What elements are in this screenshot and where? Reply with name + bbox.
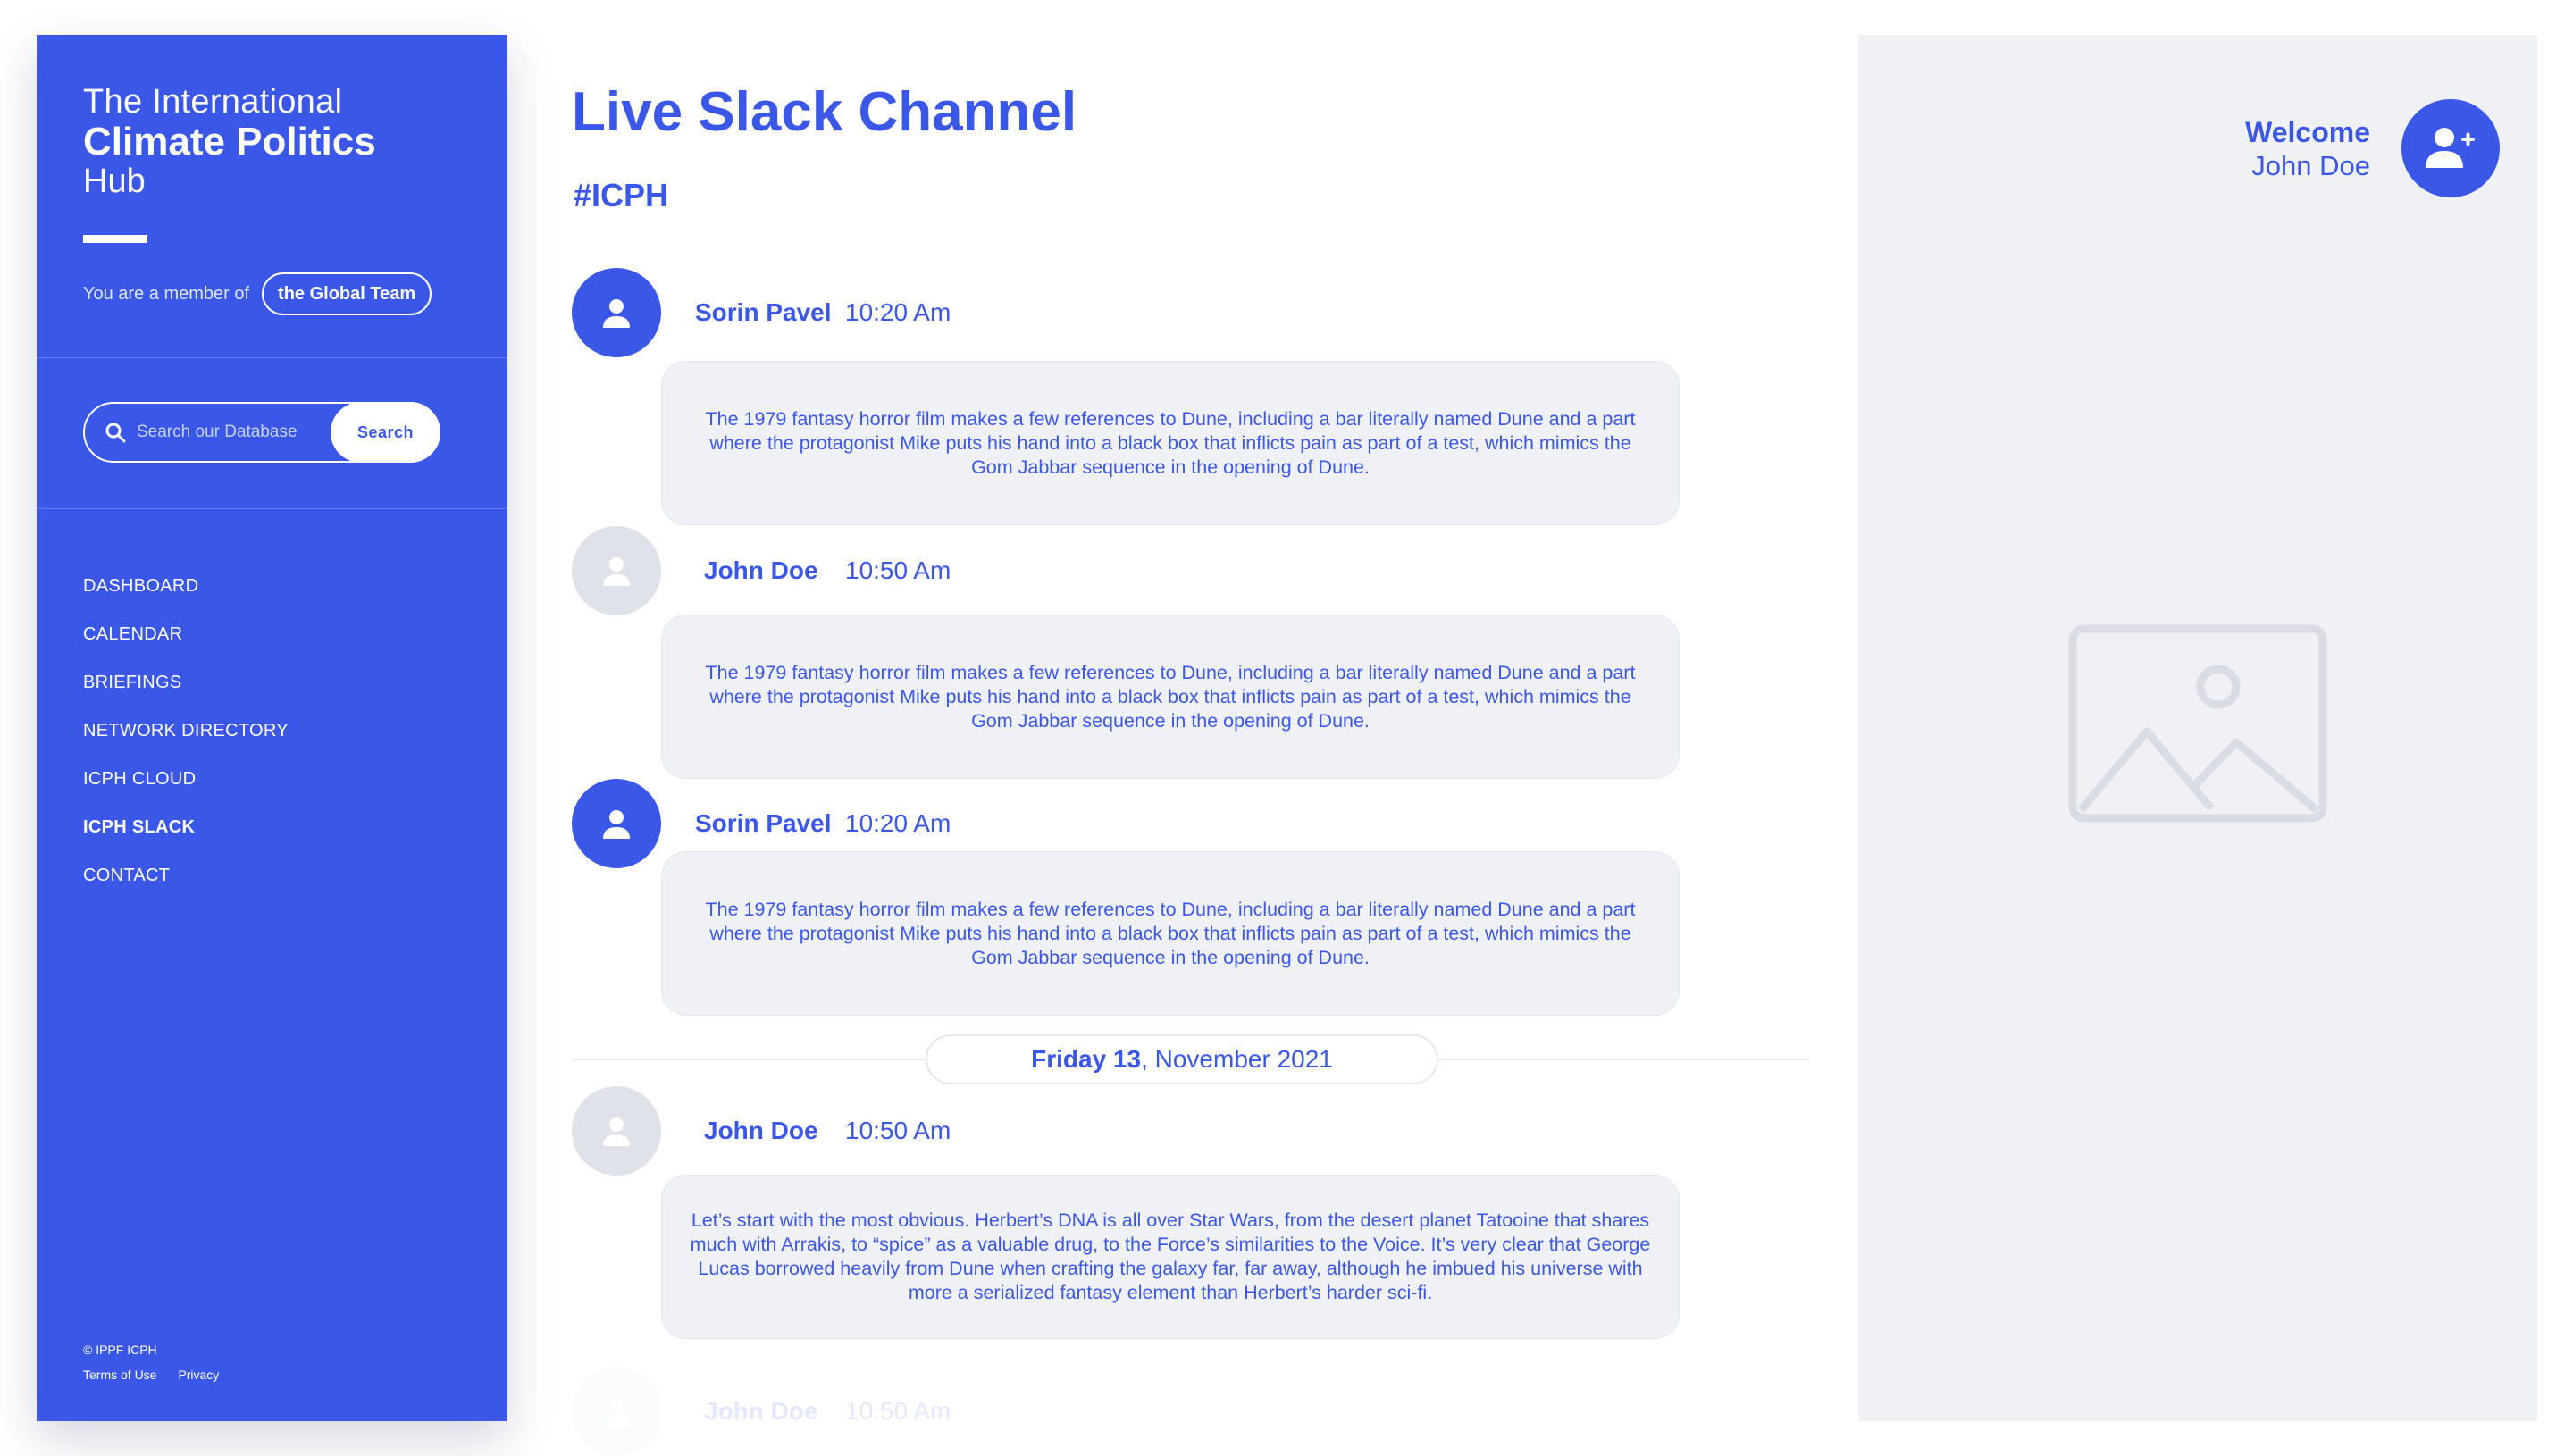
nav-item-icph-slack[interactable]: ICPH SLACK	[83, 803, 289, 851]
membership-info: You are a member of the Global Team	[83, 272, 432, 315]
message-time: 10:50 Am	[845, 1397, 951, 1425]
date-pill: Friday 13, November 2021	[926, 1034, 1438, 1084]
nav-item-network-directory[interactable]: NETWORK DIRECTORY	[83, 707, 289, 755]
message-header: John Doe 10:50 Am	[572, 1367, 951, 1456]
search-input[interactable]	[135, 422, 331, 443]
message-header: John Doe 10:50 Am	[572, 1086, 951, 1176]
message-author[interactable]: John Doe	[704, 1397, 838, 1426]
message-text: The 1979 fantasy horror film makes a few…	[705, 407, 1636, 478]
message-author[interactable]: Sorin Pavel	[695, 809, 838, 838]
brand-title[interactable]: The International Climate Politics Hub	[83, 83, 376, 200]
nav-item-icph-cloud[interactable]: ICPH CLOUD	[83, 755, 289, 803]
message-bubble: The 1979 fantasy horror film makes a few…	[661, 615, 1680, 779]
chat-main: Live Slack Channel #ICPH Sorin Pavel 10:…	[572, 0, 1823, 1456]
brand-line-1: The International	[83, 83, 343, 121]
date-rest: , November 2021	[1141, 1045, 1333, 1073]
user-avatar[interactable]	[2401, 99, 2500, 197]
user-icon	[603, 1117, 630, 1146]
add-user-icon	[2426, 128, 2475, 168]
user-icon	[603, 1398, 630, 1427]
user-icon	[603, 299, 630, 328]
member-text: You are a member of	[83, 283, 250, 304]
avatar[interactable]	[572, 1086, 661, 1176]
user-name[interactable]: John Doe	[2245, 149, 2370, 183]
message-time: 10:50 Am	[845, 1117, 951, 1144]
sidebar-nav: DASHBOARD CALENDAR BRIEFINGS NETWORK DIR…	[83, 562, 289, 900]
search-bar: Search	[83, 402, 440, 463]
message-text: The 1979 fantasy horror film makes a few…	[705, 898, 1636, 968]
copyright: © IPPF ICPH	[83, 1343, 157, 1357]
sidebar-footer: © IPPF ICPH Terms of Use Privacy	[83, 1337, 237, 1387]
message-text: Let’s start with the most obvious. Herbe…	[690, 1209, 1651, 1303]
nav-item-contact[interactable]: CONTACT	[83, 851, 289, 900]
nav-item-calendar[interactable]: CALENDAR	[83, 610, 289, 658]
avatar[interactable]	[572, 268, 661, 357]
message-text: The 1979 fantasy horror film makes a few…	[705, 661, 1636, 732]
welcome-block: Welcome John Doe	[2245, 115, 2370, 183]
message-bubble: Let’s start with the most obvious. Herbe…	[661, 1175, 1680, 1339]
message-header: John Doe 10:50 Am	[572, 526, 951, 615]
team-badge[interactable]: the Global Team	[262, 272, 432, 315]
message-time: 10:50 Am	[845, 556, 951, 584]
avatar[interactable]	[572, 1367, 661, 1456]
sidebar-divider-bottom	[37, 508, 507, 509]
nav-item-dashboard[interactable]: DASHBOARD	[83, 562, 289, 610]
message-bubble: The 1979 fantasy horror film makes a few…	[661, 361, 1680, 525]
avatar[interactable]	[572, 526, 661, 615]
date-day: Friday 13	[1031, 1045, 1142, 1073]
image-placeholder-icon	[2068, 624, 2327, 823]
message-header: Sorin Pavel 10:20 Am	[572, 268, 951, 357]
welcome-label: Welcome	[2245, 116, 2370, 148]
brand-underline	[83, 235, 147, 243]
privacy-link[interactable]: Privacy	[178, 1368, 219, 1382]
user-icon	[603, 810, 630, 839]
search-button[interactable]: Search	[330, 402, 440, 463]
avatar[interactable]	[572, 779, 661, 868]
message-author[interactable]: John Doe	[704, 1117, 838, 1145]
message-time: 10:20 Am	[845, 809, 951, 837]
date-divider: Friday 13, November 2021	[572, 1034, 1809, 1084]
nav-item-briefings[interactable]: BRIEFINGS	[83, 658, 289, 707]
sidebar: The International Climate Politics Hub Y…	[37, 35, 507, 1421]
search-icon	[105, 423, 126, 443]
terms-link[interactable]: Terms of Use	[83, 1368, 156, 1382]
user-icon	[603, 557, 630, 586]
brand-line-3: Hub	[83, 162, 146, 200]
sidebar-divider-top	[37, 357, 507, 358]
right-panel: Welcome John Doe	[1858, 35, 2537, 1421]
message-author[interactable]: John Doe	[704, 556, 838, 585]
message-author[interactable]: Sorin Pavel	[695, 298, 838, 327]
brand-line-2: Climate Politics	[83, 120, 376, 164]
page-title: Live Slack Channel	[572, 81, 1077, 143]
message-time: 10:20 Am	[845, 298, 951, 326]
message-bubble: The 1979 fantasy horror film makes a few…	[661, 851, 1680, 1016]
channel-name: #ICPH	[574, 177, 669, 213]
